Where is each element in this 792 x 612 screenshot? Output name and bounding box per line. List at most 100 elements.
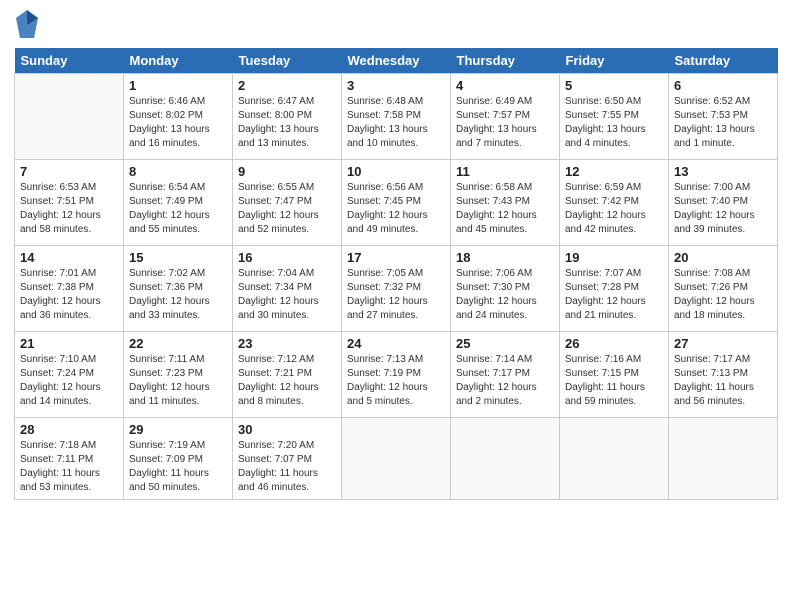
day-number: 4 — [456, 78, 554, 93]
day-info: Sunrise: 7:14 AMSunset: 7:17 PMDaylight:… — [456, 353, 554, 409]
calendar-cell: 12 Sunrise: 6:59 AMSunset: 7:42 PMDayligh… — [560, 160, 669, 246]
calendar-cell — [669, 418, 778, 500]
calendar-cell: 18 Sunrise: 7:06 AMSunset: 7:30 PMDayligh… — [451, 246, 560, 332]
weekday-header-tuesday: Tuesday — [233, 48, 342, 74]
day-number: 1 — [129, 78, 227, 93]
calendar-cell: 20 Sunrise: 7:08 AMSunset: 7:26 PMDayligh… — [669, 246, 778, 332]
day-info: Sunrise: 7:20 AMSunset: 7:07 PMDaylight:… — [238, 439, 336, 495]
calendar-cell: 15 Sunrise: 7:02 AMSunset: 7:36 PMDayligh… — [124, 246, 233, 332]
day-number: 6 — [674, 78, 772, 93]
calendar-cell: 16 Sunrise: 7:04 AMSunset: 7:34 PMDayligh… — [233, 246, 342, 332]
day-info: Sunrise: 7:16 AMSunset: 7:15 PMDaylight:… — [565, 353, 663, 409]
weekday-header-friday: Friday — [560, 48, 669, 74]
day-info: Sunrise: 7:04 AMSunset: 7:34 PMDaylight:… — [238, 267, 336, 323]
day-info: Sunrise: 7:01 AMSunset: 7:38 PMDaylight:… — [20, 267, 118, 323]
calendar-week-row: 28 Sunrise: 7:18 AMSunset: 7:11 PMDayligh… — [15, 418, 778, 500]
day-number: 25 — [456, 336, 554, 351]
day-number: 26 — [565, 336, 663, 351]
calendar-cell: 14 Sunrise: 7:01 AMSunset: 7:38 PMDayligh… — [15, 246, 124, 332]
day-number: 21 — [20, 336, 118, 351]
calendar-cell: 13 Sunrise: 7:00 AMSunset: 7:40 PMDayligh… — [669, 160, 778, 246]
calendar-cell: 25 Sunrise: 7:14 AMSunset: 7:17 PMDayligh… — [451, 332, 560, 418]
calendar-table: SundayMondayTuesdayWednesdayThursdayFrid… — [14, 48, 778, 500]
calendar-cell: 1 Sunrise: 6:46 AMSunset: 8:02 PMDaylight… — [124, 74, 233, 160]
calendar-cell: 26 Sunrise: 7:16 AMSunset: 7:15 PMDayligh… — [560, 332, 669, 418]
day-info: Sunrise: 6:52 AMSunset: 7:53 PMDaylight:… — [674, 95, 772, 151]
calendar-week-row: 21 Sunrise: 7:10 AMSunset: 7:24 PMDayligh… — [15, 332, 778, 418]
calendar-cell — [342, 418, 451, 500]
day-number: 14 — [20, 250, 118, 265]
day-number: 24 — [347, 336, 445, 351]
day-number: 28 — [20, 422, 118, 437]
day-info: Sunrise: 6:58 AMSunset: 7:43 PMDaylight:… — [456, 181, 554, 237]
day-info: Sunrise: 6:46 AMSunset: 8:02 PMDaylight:… — [129, 95, 227, 151]
day-info: Sunrise: 7:19 AMSunset: 7:09 PMDaylight:… — [129, 439, 227, 495]
day-info: Sunrise: 7:17 AMSunset: 7:13 PMDaylight:… — [674, 353, 772, 409]
day-info: Sunrise: 6:48 AMSunset: 7:58 PMDaylight:… — [347, 95, 445, 151]
day-info: Sunrise: 6:55 AMSunset: 7:47 PMDaylight:… — [238, 181, 336, 237]
day-info: Sunrise: 7:00 AMSunset: 7:40 PMDaylight:… — [674, 181, 772, 237]
weekday-header-row: SundayMondayTuesdayWednesdayThursdayFrid… — [15, 48, 778, 74]
weekday-header-saturday: Saturday — [669, 48, 778, 74]
day-number: 12 — [565, 164, 663, 179]
day-number: 8 — [129, 164, 227, 179]
day-number: 13 — [674, 164, 772, 179]
calendar-week-row: 14 Sunrise: 7:01 AMSunset: 7:38 PMDayligh… — [15, 246, 778, 332]
day-number: 18 — [456, 250, 554, 265]
calendar-cell: 5Sunrise: 6:50 AMSunset: 7:55 PMDaylight… — [560, 74, 669, 160]
day-number: 19 — [565, 250, 663, 265]
weekday-header-thursday: Thursday — [451, 48, 560, 74]
calendar-cell: 8 Sunrise: 6:54 AMSunset: 7:49 PMDaylight… — [124, 160, 233, 246]
logo — [14, 10, 38, 40]
day-info: Sunrise: 7:18 AMSunset: 7:11 PMDaylight:… — [20, 439, 118, 495]
day-info: Sunrise: 7:02 AMSunset: 7:36 PMDaylight:… — [129, 267, 227, 323]
day-info: Sunrise: 7:12 AMSunset: 7:21 PMDaylight:… — [238, 353, 336, 409]
calendar-cell: 6 Sunrise: 6:52 AMSunset: 7:53 PMDaylight… — [669, 74, 778, 160]
calendar-cell: 21 Sunrise: 7:10 AMSunset: 7:24 PMDayligh… — [15, 332, 124, 418]
day-info: Sunrise: 7:06 AMSunset: 7:30 PMDaylight:… — [456, 267, 554, 323]
calendar-cell: 22 Sunrise: 7:11 AMSunset: 7:23 PMDayligh… — [124, 332, 233, 418]
day-info: Sunrise: 7:13 AMSunset: 7:19 PMDaylight:… — [347, 353, 445, 409]
calendar-cell: 17Sunrise: 7:05 AMSunset: 7:32 PMDayligh… — [342, 246, 451, 332]
day-info: Sunrise: 7:08 AMSunset: 7:26 PMDaylight:… — [674, 267, 772, 323]
day-info: Sunrise: 6:56 AMSunset: 7:45 PMDaylight:… — [347, 181, 445, 237]
day-number: 3 — [347, 78, 445, 93]
day-number: 27 — [674, 336, 772, 351]
day-number: 20 — [674, 250, 772, 265]
calendar-cell: 30Sunrise: 7:20 AMSunset: 7:07 PMDayligh… — [233, 418, 342, 500]
day-number: 10 — [347, 164, 445, 179]
calendar-cell: 4Sunrise: 6:49 AMSunset: 7:57 PMDaylight… — [451, 74, 560, 160]
day-info: Sunrise: 7:05 AMSunset: 7:32 PMDaylight:… — [347, 267, 445, 323]
calendar-cell — [560, 418, 669, 500]
day-info: Sunrise: 6:54 AMSunset: 7:49 PMDaylight:… — [129, 181, 227, 237]
day-number: 23 — [238, 336, 336, 351]
calendar-cell: 2 Sunrise: 6:47 AMSunset: 8:00 PMDaylight… — [233, 74, 342, 160]
weekday-header-monday: Monday — [124, 48, 233, 74]
day-number: 5 — [565, 78, 663, 93]
day-number: 16 — [238, 250, 336, 265]
calendar-cell: 7Sunrise: 6:53 AMSunset: 7:51 PMDaylight… — [15, 160, 124, 246]
day-number: 2 — [238, 78, 336, 93]
calendar-cell: 29 Sunrise: 7:19 AMSunset: 7:09 PMDayligh… — [124, 418, 233, 500]
day-number: 9 — [238, 164, 336, 179]
calendar-week-row: 7Sunrise: 6:53 AMSunset: 7:51 PMDaylight… — [15, 160, 778, 246]
day-number: 22 — [129, 336, 227, 351]
day-number: 15 — [129, 250, 227, 265]
calendar-cell: 11 Sunrise: 6:58 AMSunset: 7:43 PMDayligh… — [451, 160, 560, 246]
day-number: 11 — [456, 164, 554, 179]
day-info: Sunrise: 7:11 AMSunset: 7:23 PMDaylight:… — [129, 353, 227, 409]
day-number: 29 — [129, 422, 227, 437]
calendar-cell: 19Sunrise: 7:07 AMSunset: 7:28 PMDayligh… — [560, 246, 669, 332]
calendar-cell: 3 Sunrise: 6:48 AMSunset: 7:58 PMDaylight… — [342, 74, 451, 160]
calendar-cell: 10 Sunrise: 6:56 AMSunset: 7:45 PMDayligh… — [342, 160, 451, 246]
logo-icon — [16, 10, 38, 40]
day-info: Sunrise: 6:47 AMSunset: 8:00 PMDaylight:… — [238, 95, 336, 151]
calendar-cell — [15, 74, 124, 160]
day-info: Sunrise: 6:59 AMSunset: 7:42 PMDaylight:… — [565, 181, 663, 237]
calendar-cell: 27 Sunrise: 7:17 AMSunset: 7:13 PMDayligh… — [669, 332, 778, 418]
calendar-cell: 23 Sunrise: 7:12 AMSunset: 7:21 PMDayligh… — [233, 332, 342, 418]
header — [14, 10, 778, 40]
day-info: Sunrise: 7:10 AMSunset: 7:24 PMDaylight:… — [20, 353, 118, 409]
calendar-week-row: 1 Sunrise: 6:46 AMSunset: 8:02 PMDaylight… — [15, 74, 778, 160]
calendar-cell: 9 Sunrise: 6:55 AMSunset: 7:47 PMDaylight… — [233, 160, 342, 246]
